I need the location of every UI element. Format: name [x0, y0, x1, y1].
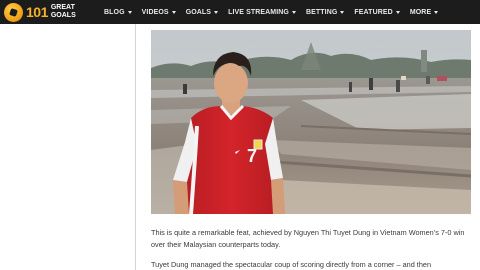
- article-body-continued: Tuyet Dung managed the spectacular coup …: [151, 259, 476, 270]
- logo-wordmark: GREAT GOALS: [51, 4, 76, 20]
- nav-item-label: LIVE STREAMING: [228, 8, 289, 16]
- nav-item-label: BETTING: [305, 8, 338, 16]
- nav-item-more[interactable]: MORE: [409, 0, 439, 24]
- nav-item-label: FEATURED: [354, 8, 393, 16]
- article-paragraph: Tuyet Dung managed the spectacular coup …: [151, 260, 432, 269]
- main-nav: BLOG VIDEOS GOALS LIVE STREAMING BETTING…: [104, 0, 439, 24]
- chevron-down-icon: [291, 10, 296, 14]
- chevron-down-icon: [127, 10, 132, 14]
- article-photo[interactable]: 7: [151, 30, 471, 214]
- nav-item-label: MORE: [409, 8, 432, 16]
- nav-item-goals[interactable]: GOALS: [185, 0, 219, 24]
- article-paragraph: This is quite a remarkable feat, achieve…: [151, 228, 465, 249]
- nav-item-label: BLOG: [104, 8, 125, 16]
- logo-word-great: GREAT: [50, 4, 75, 11]
- nav-item-videos[interactable]: VIDEOS: [142, 0, 176, 24]
- logo-number: 101: [26, 4, 48, 20]
- chevron-down-icon: [395, 10, 400, 14]
- player-in-rice-field-image: 7: [151, 30, 471, 214]
- nav-item-betting[interactable]: BETTING: [305, 0, 345, 24]
- football-logo-icon: [4, 2, 23, 22]
- nav-item-featured[interactable]: FEATURED: [354, 0, 400, 24]
- nav-item-label: GOALS: [185, 8, 212, 16]
- nav-item-label: VIDEOS: [141, 8, 169, 16]
- nav-item-live-streaming[interactable]: LIVE STREAMING: [228, 0, 296, 24]
- nav-item-blog[interactable]: BLOG: [104, 0, 132, 24]
- logo-word-goals: GOALS: [50, 12, 76, 19]
- chevron-down-icon: [171, 10, 176, 14]
- chevron-down-icon: [434, 10, 439, 14]
- article-body: This is quite a remarkable feat, achieve…: [151, 227, 476, 250]
- site-logo[interactable]: 101 GREAT GOALS: [4, 1, 78, 23]
- chevron-down-icon: [214, 10, 219, 14]
- chevron-down-icon: [340, 10, 345, 14]
- left-sidebar: [0, 24, 135, 270]
- site-header: 101 GREAT GOALS BLOG VIDEOS GOALS LIVE S…: [0, 0, 480, 24]
- column-divider: [135, 24, 136, 270]
